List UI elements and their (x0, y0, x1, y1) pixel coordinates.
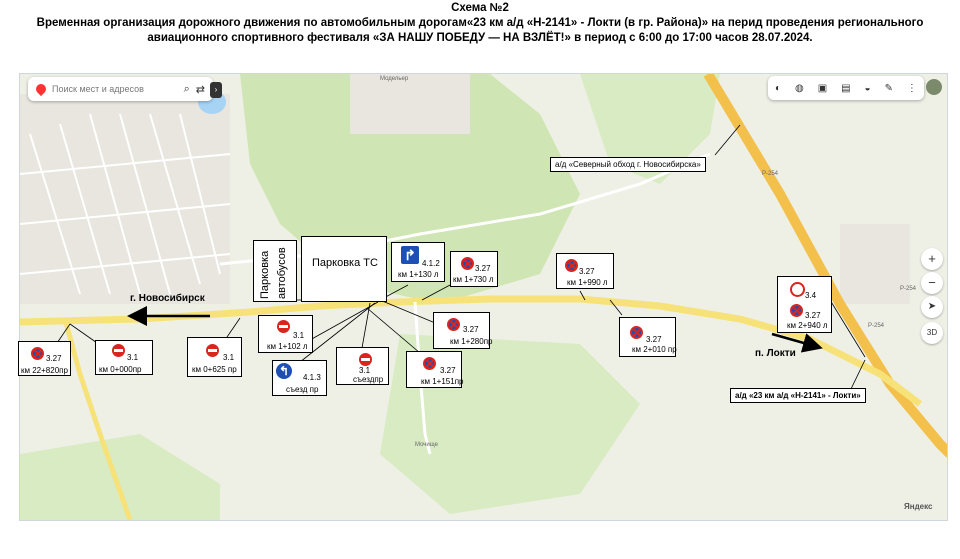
sign-code: 3.1 (359, 366, 371, 375)
sign-km: км 1+102 л (267, 342, 308, 351)
label-north-bypass: а/д «Северный обход г. Новосибирска» (550, 157, 706, 172)
sign-km: км 1+990 л (567, 278, 608, 287)
sign-code: 4.1.2 (422, 259, 440, 268)
sign-km: км 1+280пр (450, 337, 493, 346)
road-sign-box: ↱ 4.1.2 км 1+130 л (391, 242, 445, 282)
no-stopping-icon (447, 318, 460, 331)
road-sign-box: 3.27 км 2+010 пр (619, 317, 677, 357)
no-entry-icon (206, 344, 219, 357)
sign-code: 3.1 (293, 331, 305, 340)
sign-code: 3.27 (46, 354, 62, 363)
turn-right-icon: ↱ (401, 246, 419, 264)
sign-code-2: 3.27 (805, 311, 821, 320)
parking-ts-label: Парковка ТС (312, 257, 378, 269)
sign-code: 3.4 (805, 291, 817, 300)
road-sign-box: 3.1 км 0+625 пр (187, 337, 242, 377)
no-stopping-icon (565, 259, 578, 272)
sign-code: 3.1 (223, 353, 235, 362)
parking-buses-label-2: автобусов (276, 247, 288, 299)
parking-buses-label-1: Парковка (259, 250, 271, 299)
road-sign-box: 3.1 км 1+102 л (258, 315, 313, 353)
sign-km: км 1+730 л (453, 275, 494, 284)
turn-left-icon: ↰ (276, 363, 292, 379)
no-stopping-icon (423, 357, 436, 370)
sign-code: 3.27 (440, 366, 456, 375)
label-city-lokti: п. Локти (755, 348, 796, 359)
sign-km: км 0+625 пр (192, 365, 237, 374)
no-entry-icon (359, 353, 372, 366)
sign-km: км 2+940 л (787, 321, 828, 330)
road-sign-box: ↰ 4.1.3 съезд пр (272, 360, 327, 396)
road-sign-box: 3.27 км 22+820пр (18, 341, 71, 376)
sign-code: 3.27 (475, 264, 491, 273)
parking-ts-box: Парковка ТС (301, 236, 387, 302)
sign-km: км 2+010 пр (632, 345, 677, 354)
no-entry-icon (277, 320, 290, 333)
direction-arrow-lokti (771, 332, 823, 353)
road-sign-box: 3.27 км 1+990 л (556, 253, 614, 289)
parking-buses-box: Парковка автобусов (253, 240, 297, 302)
sign-code: 3.1 (127, 353, 139, 362)
sign-km: съездпр (353, 375, 384, 384)
sign-km: съезд пр (286, 385, 319, 394)
no-stopping-icon (461, 257, 474, 270)
road-sign-box: 3.27 км 1+151пр (406, 351, 464, 388)
no-stopping-icon (790, 304, 803, 317)
road-sign-box: 3.1 км 0+000пр (95, 340, 153, 375)
sign-code: 4.1.3 (303, 373, 321, 382)
no-entry-icon (112, 344, 125, 357)
label-city-novosibirsk: г. Новосибирск (130, 293, 205, 304)
sign-km: км 1+130 л (398, 270, 439, 279)
sign-km: км 22+820пр (21, 366, 68, 375)
no-trucks-icon (790, 282, 805, 297)
label-road-23km: а/д «23 км а/д «Н-2141» - Локти» (730, 388, 866, 403)
sign-km: км 1+151пр (421, 377, 464, 386)
no-stopping-icon (630, 326, 643, 339)
sign-code: 3.27 (579, 267, 595, 276)
sign-km: км 0+000пр (99, 365, 142, 374)
sign-code: 3.27 (646, 335, 662, 344)
road-sign-box: 3.27 км 1+280пр (433, 312, 493, 349)
road-sign-box: 3.27 км 1+730 л (450, 251, 498, 287)
sign-code: 3.27 (463, 325, 479, 334)
no-stopping-icon (31, 347, 44, 360)
road-sign-box: 3.1 съездпр (336, 347, 389, 385)
road-sign-box: 3.4 3.27 км 2+940 л (777, 276, 832, 333)
